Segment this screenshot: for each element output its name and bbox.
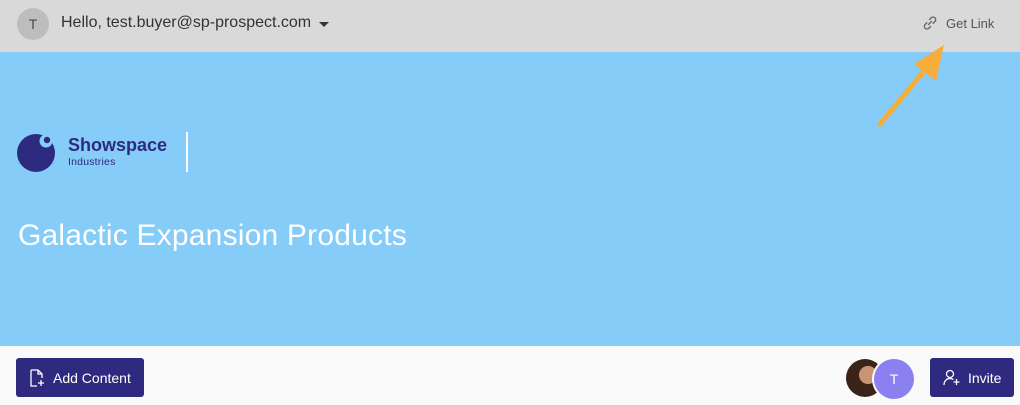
add-content-button[interactable]: Add Content <box>16 358 144 397</box>
get-link-button[interactable]: Get Link <box>922 15 994 31</box>
add-file-icon <box>30 368 44 387</box>
chevron-down-icon <box>319 21 330 27</box>
bottom-toolbar: Add Content T Invite <box>0 346 1020 405</box>
annotation-arrow <box>877 45 944 127</box>
company-logo: Showspace Industries <box>17 132 188 172</box>
brand-name: Showspace <box>68 135 168 155</box>
logo-divider <box>186 132 188 172</box>
get-link-label: Get Link <box>946 15 995 31</box>
user-avatar[interactable]: T <box>17 8 49 40</box>
invite-label: Invite <box>968 369 1002 386</box>
greeting-text: Hello, test.buyer@sp-prospect.com <box>61 14 312 31</box>
user-menu[interactable]: Hello, test.buyer@sp-prospect.com <box>61 14 330 32</box>
add-user-icon <box>943 369 960 386</box>
add-content-label: Add Content <box>53 369 131 386</box>
page-title: Galactic Expansion Products <box>18 219 407 252</box>
hero-banner: Showspace Industries Galactic Expansion … <box>0 52 1020 346</box>
brand-subtitle: Industries <box>68 156 116 168</box>
member-avatar[interactable]: T <box>874 359 914 399</box>
link-icon <box>923 16 937 30</box>
top-bar: T Hello, test.buyer@sp-prospect.com Get … <box>0 0 1020 52</box>
invite-button[interactable]: Invite <box>930 358 1014 397</box>
showspace-logo-icon <box>17 134 55 172</box>
